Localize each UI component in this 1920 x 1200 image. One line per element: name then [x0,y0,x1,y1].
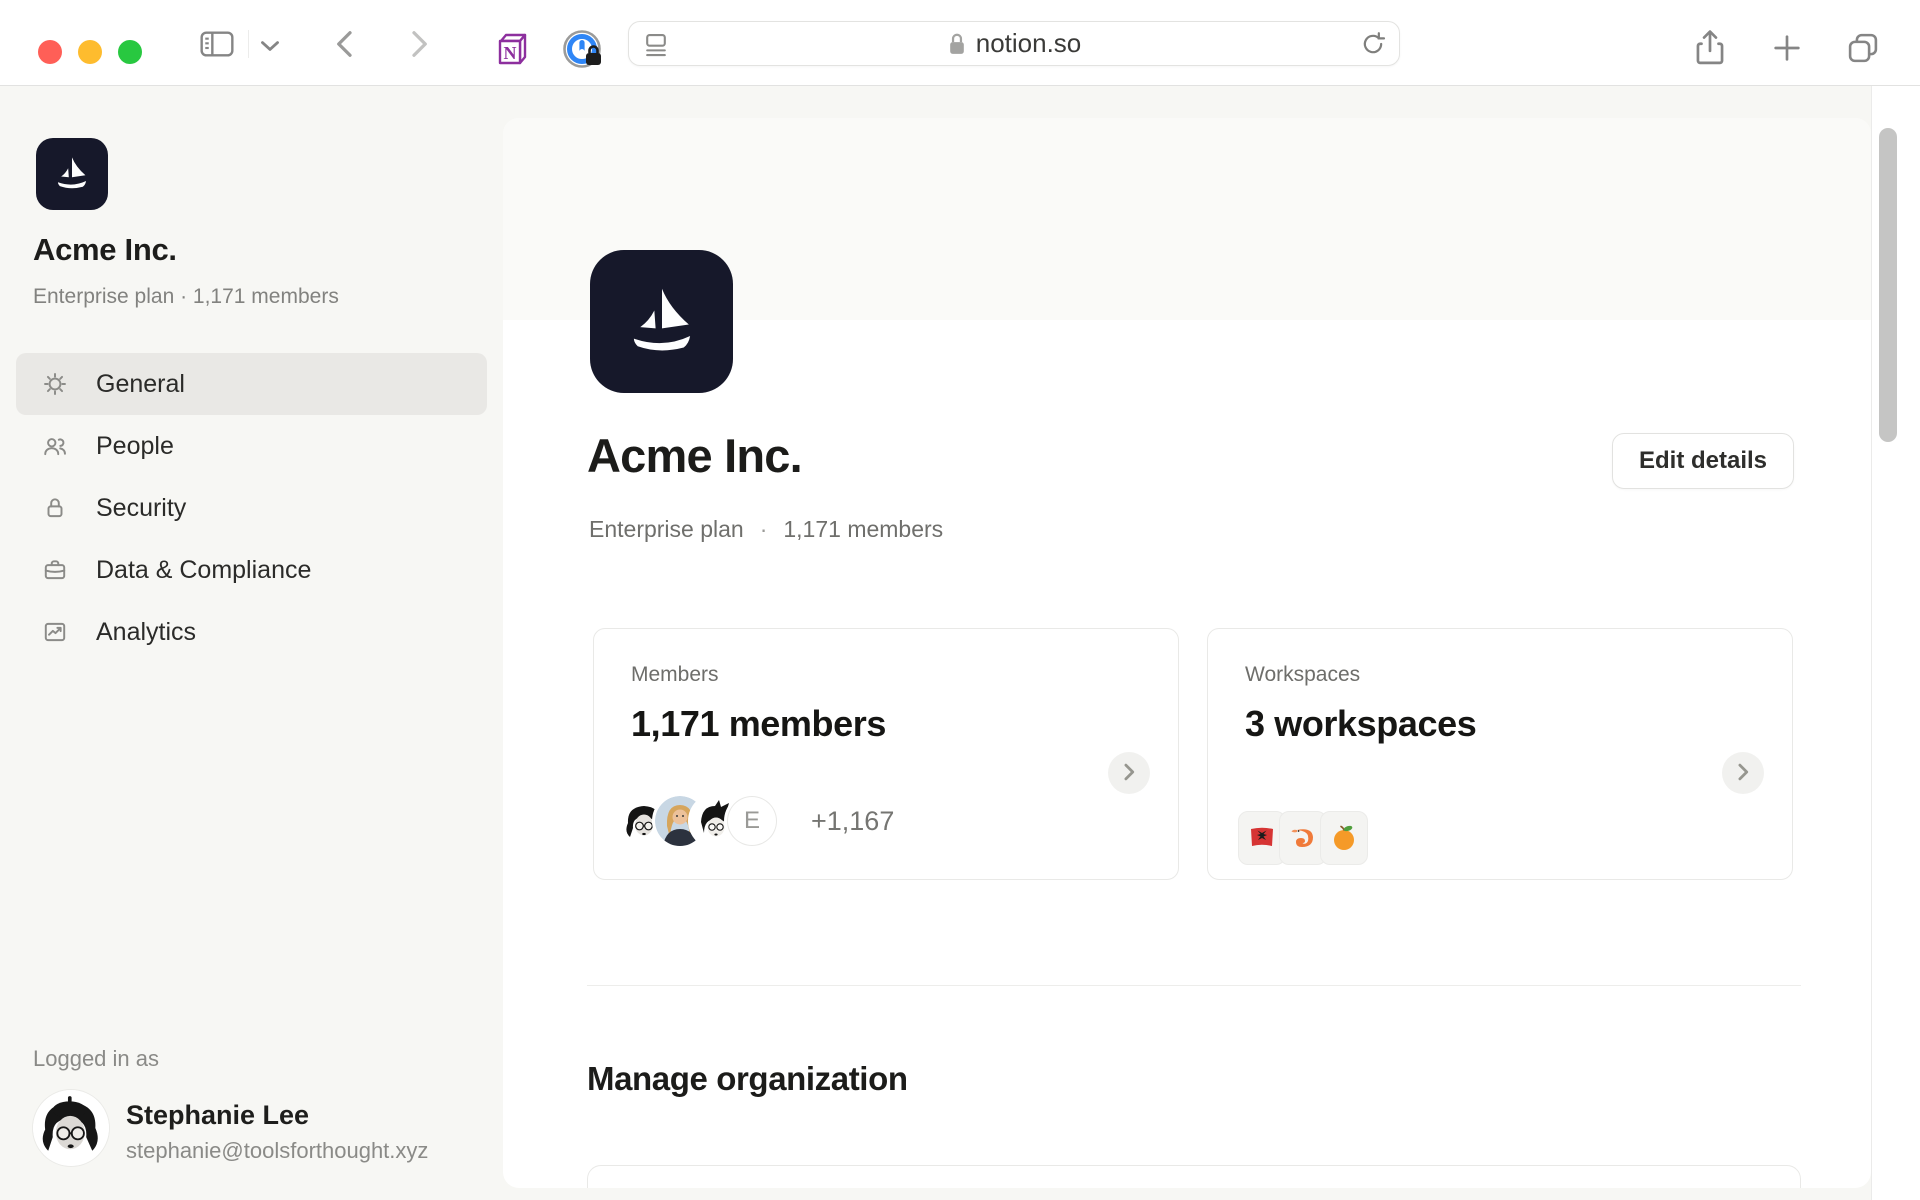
org-subtitle: Enterprise plan · 1,171 members [589,516,943,543]
org-logo [36,138,108,210]
sidebar-item-label: Analytics [96,618,196,647]
plus-icon [1771,32,1803,64]
notion-extension-button[interactable]: N [489,28,535,72]
manage-organization-heading: Manage organization [587,1060,908,1098]
sidebar-item-general[interactable]: General [16,353,487,415]
onepassword-extension-button[interactable] [558,26,608,74]
tab-overview-icon [1844,29,1882,67]
workspaces-card[interactable]: Workspaces 3 workspaces [1207,628,1793,880]
members-card[interactable]: Members 1,171 members [593,628,1179,880]
svg-text:N: N [504,43,517,63]
org-name: Acme Inc. [33,232,177,268]
sidebar-dropdown-chevron[interactable] [255,36,285,56]
sidebar-item-label: People [96,432,174,461]
settings-nav: General People [16,353,487,663]
chevron-right-icon [1121,762,1137,785]
sidebar-item-data-compliance[interactable]: Data & Compliance [16,539,487,601]
workspaces-card-value: 3 workspaces [1245,703,1476,745]
edit-details-button[interactable]: Edit details [1612,433,1794,489]
sidebar-item-people[interactable]: People [16,415,487,477]
tangerine-emoji [1320,811,1368,865]
members-card-chevron-button[interactable] [1108,752,1150,794]
toolbar-separator [248,30,249,58]
workspace-icon-stack [1238,811,1368,865]
gear-icon [42,371,68,397]
back-arrow-icon [333,29,355,59]
avatar-letter-text: E [744,807,760,835]
briefcase-icon [42,557,68,583]
reload-button[interactable] [1359,30,1387,58]
avatar-overflow-letter: E [727,796,777,846]
user-name: Stephanie Lee [126,1100,309,1131]
notion-org-settings-page: Acme Inc. Enterprise plan · 1,171 member… [0,86,1920,1200]
sidebar-toggle-button[interactable] [193,28,241,60]
notion-extension-icon: N [491,29,533,71]
members-card-value: 1,171 members [631,703,886,745]
scrollbar-track [1871,86,1920,1200]
url-text: notion.so [976,28,1082,59]
more-members-count: +1,167 [811,806,894,837]
onepassword-extension-icon [560,27,606,73]
forward-button[interactable] [398,28,442,60]
subtitle-separator: · [760,516,768,543]
trend-chart-icon [42,619,68,645]
zoom-window-button[interactable] [118,40,142,64]
tab-overview-button[interactable] [1838,24,1888,72]
members-card-label: Members [631,663,719,687]
member-count-label: 1,171 members [783,516,943,543]
org-logo-large [590,250,733,393]
back-button[interactable] [322,28,366,60]
share-button[interactable] [1686,24,1734,72]
close-window-button[interactable] [38,40,62,64]
chevron-right-icon [1735,762,1751,785]
user-avatar [33,1090,109,1166]
lock-icon [42,495,68,521]
settings-sidebar: Acme Inc. Enterprise plan · 1,171 member… [0,86,503,1200]
people-icon [42,433,68,459]
forward-arrow-icon [409,29,431,59]
reload-icon [1359,30,1387,58]
org-settings-panel: Acme Inc. Edit details Enterprise plan ·… [503,118,1871,1188]
page-title: Acme Inc. [587,428,802,483]
chevron-down-icon [259,39,281,53]
sidebar-item-label: Data & Compliance [96,556,311,585]
sidebar-item-security[interactable]: Security [16,477,487,539]
share-icon [1693,28,1727,68]
plan-label: Enterprise plan [589,516,744,543]
section-divider [587,985,1801,986]
logged-in-as-label: Logged in as [33,1046,159,1072]
user-email: stephanie@toolsforthought.xyz [126,1138,428,1164]
workspaces-card-label: Workspaces [1245,663,1360,687]
sidebar-toggle-icon [197,28,237,60]
new-tab-button[interactable] [1764,26,1810,70]
sidebar-item-label: General [96,370,185,399]
address-bar[interactable]: notion.so [628,21,1400,66]
sidebar-item-label: Security [96,494,186,523]
org-meta: Enterprise plan · 1,171 members [33,285,339,309]
https-lock-icon [947,31,967,57]
safari-window: N [0,0,1920,1200]
workspaces-card-chevron-button[interactable] [1722,752,1764,794]
member-avatar-stack: E +1,167 [619,796,894,846]
minimize-window-button[interactable] [78,40,102,64]
manage-organization-card[interactable] [587,1165,1801,1188]
browser-toolbar: N [0,0,1920,86]
scrollbar-thumb[interactable] [1879,128,1897,442]
sidebar-item-analytics[interactable]: Analytics [16,601,487,663]
